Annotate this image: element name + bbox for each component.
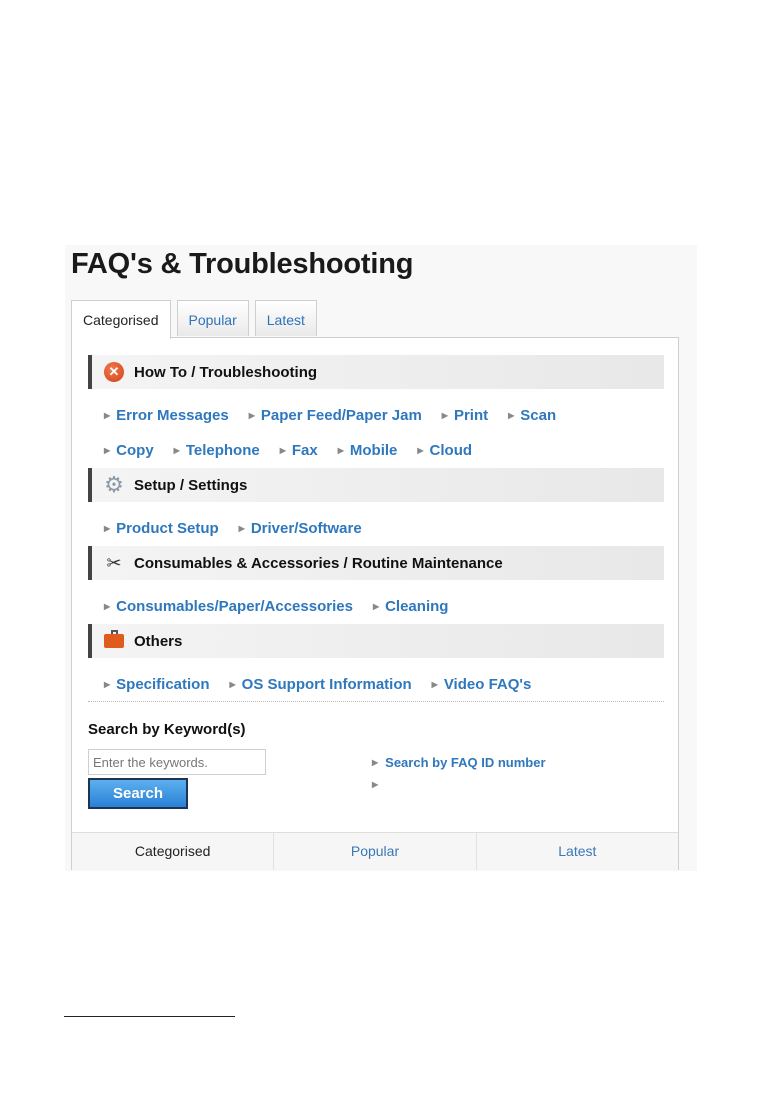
link-fax[interactable]: ▶ Fax	[280, 442, 318, 459]
categorised-panel: ✕ How To / Troubleshooting ▶ Error Messag…	[71, 337, 679, 870]
link-search-by-faq-id[interactable]: ▶ Search by FAQ ID number	[372, 751, 546, 773]
arrow-right-icon: ▶	[337, 446, 344, 455]
tools-icon: ✂	[106, 552, 122, 573]
tab-popular[interactable]: Popular	[176, 300, 249, 336]
category-header-others: Others	[88, 624, 664, 658]
category-title: Setup / Settings	[134, 476, 248, 494]
error-circle-icon: ✕	[104, 362, 124, 382]
arrow-right-icon: ▶	[372, 602, 380, 611]
arrow-right-icon: ▶	[417, 446, 424, 455]
category-header-how-to: ✕ How To / Troubleshooting	[88, 355, 664, 389]
link-label: OS Support Information	[241, 676, 412, 693]
link-mobile[interactable]: ▶ Mobile	[338, 442, 398, 459]
bottom-tab-latest[interactable]: Latest	[477, 833, 678, 870]
toolbox-icon	[104, 630, 124, 651]
link-label: Specification	[116, 676, 210, 693]
category-links-row: ▶ Error Messages ▶ Paper Feed/Paper Jam ▶ P…	[104, 407, 576, 424]
link-label: Paper Feed/Paper Jam	[260, 407, 422, 424]
arrow-right-icon: ▶	[104, 524, 111, 533]
category-title: Consumables & Accessories / Routine Main…	[134, 554, 503, 572]
link-label: Consumables/Paper/Accessories	[116, 598, 353, 615]
arrow-right-icon: ▶	[173, 446, 180, 455]
dotted-divider	[88, 701, 664, 702]
gear-icon: ⚙	[104, 472, 124, 497]
arrow-right-icon: ▶	[104, 602, 111, 611]
link-label: Fax	[291, 442, 318, 459]
page-title: FAQ's & Troubleshooting	[71, 248, 414, 280]
link-product-setup[interactable]: ▶ Product Setup	[104, 520, 219, 537]
arrow-right-icon: ▶	[104, 411, 111, 420]
arrow-right-icon: ▶	[372, 757, 379, 767]
link-label: Error Messages	[116, 407, 229, 424]
link-label: Driver/Software	[250, 520, 362, 537]
arrow-right-icon: ▶	[279, 446, 286, 455]
link-label: Telephone	[185, 442, 260, 459]
faq-screenshot: FAQ's & Troubleshooting Categorised Popu…	[65, 245, 697, 871]
link-copy[interactable]: ▶ Copy	[104, 442, 154, 459]
link-label: Search by FAQ ID number	[385, 754, 546, 770]
category-title: How To / Troubleshooting	[134, 363, 318, 381]
link-os-support[interactable]: ▶ OS Support Information	[230, 676, 412, 693]
arrow-right-icon: ▶	[508, 411, 515, 420]
arrow-right-icon: ▶	[372, 779, 379, 789]
link-consumables-paper-accessories[interactable]: ▶ Consumables/Paper/Accessories	[104, 598, 353, 615]
arrow-right-icon: ▶	[229, 680, 236, 689]
category-links-row: ▶ Specification ▶ OS Support Information ▶…	[104, 676, 551, 693]
link-video-faqs[interactable]: ▶ Video FAQ's	[432, 676, 532, 693]
link-print[interactable]: ▶ Print	[442, 407, 488, 424]
keyword-search-input[interactable]	[88, 749, 266, 775]
link-label: Mobile	[349, 442, 398, 459]
search-heading: Search by Keyword(s)	[88, 721, 246, 738]
link-driver-software[interactable]: ▶ Driver/Software	[239, 520, 362, 537]
link-scan[interactable]: ▶ Scan	[508, 407, 556, 424]
link-cleaning[interactable]: ▶ Cleaning	[373, 598, 449, 615]
category-links-row: ▶ Consumables/Paper/Accessories ▶ Cleaning	[104, 598, 468, 615]
arrow-right-icon: ▶	[238, 524, 245, 533]
arrow-right-icon: ▶	[104, 680, 111, 689]
arrow-right-icon: ▶	[104, 446, 111, 455]
link-label: Scan	[520, 407, 557, 424]
link-label: Cleaning	[385, 598, 449, 615]
bottom-tabs: Categorised Popular Latest	[72, 832, 678, 870]
link-label: Copy	[116, 442, 154, 459]
link-paper-feed[interactable]: ▶ Paper Feed/Paper Jam	[249, 407, 422, 424]
link-label: Print	[453, 407, 489, 424]
link-specification[interactable]: ▶ Specification	[104, 676, 210, 693]
side-links: ▶ Search by FAQ ID number ▶	[372, 751, 546, 795]
bottom-tab-categorised[interactable]: Categorised	[72, 833, 275, 870]
category-links-row: ▶ Product Setup ▶ Driver/Software	[104, 520, 382, 537]
link-error-messages[interactable]: ▶ Error Messages	[104, 407, 229, 424]
tab-categorised[interactable]: Categorised	[71, 300, 171, 339]
footnote-rule	[64, 1016, 235, 1017]
arrow-right-icon: ▶	[441, 411, 448, 420]
category-links-row: ▶ Copy ▶ Telephone ▶ Fax ▶ Mobile ▶ Cloud	[104, 442, 492, 459]
link-empty[interactable]: ▶	[372, 773, 546, 795]
link-label: Product Setup	[116, 520, 219, 537]
search-button[interactable]: Search	[88, 778, 188, 809]
link-label: Video FAQ's	[443, 676, 532, 693]
tab-latest[interactable]: Latest	[254, 300, 317, 336]
link-cloud[interactable]: ▶ Cloud	[417, 442, 472, 459]
category-title: Others	[134, 632, 183, 650]
link-telephone[interactable]: ▶ Telephone	[174, 442, 260, 459]
category-header-setup: ⚙ Setup / Settings	[88, 468, 664, 502]
bottom-tab-popular[interactable]: Popular	[274, 833, 477, 870]
arrow-right-icon: ▶	[431, 680, 438, 689]
category-header-consumables: ✂ Consumables & Accessories / Routine Ma…	[88, 546, 664, 580]
top-tabs: Categorised Popular Latest	[71, 300, 323, 339]
arrow-right-icon: ▶	[248, 411, 255, 420]
link-label: Cloud	[429, 442, 473, 459]
